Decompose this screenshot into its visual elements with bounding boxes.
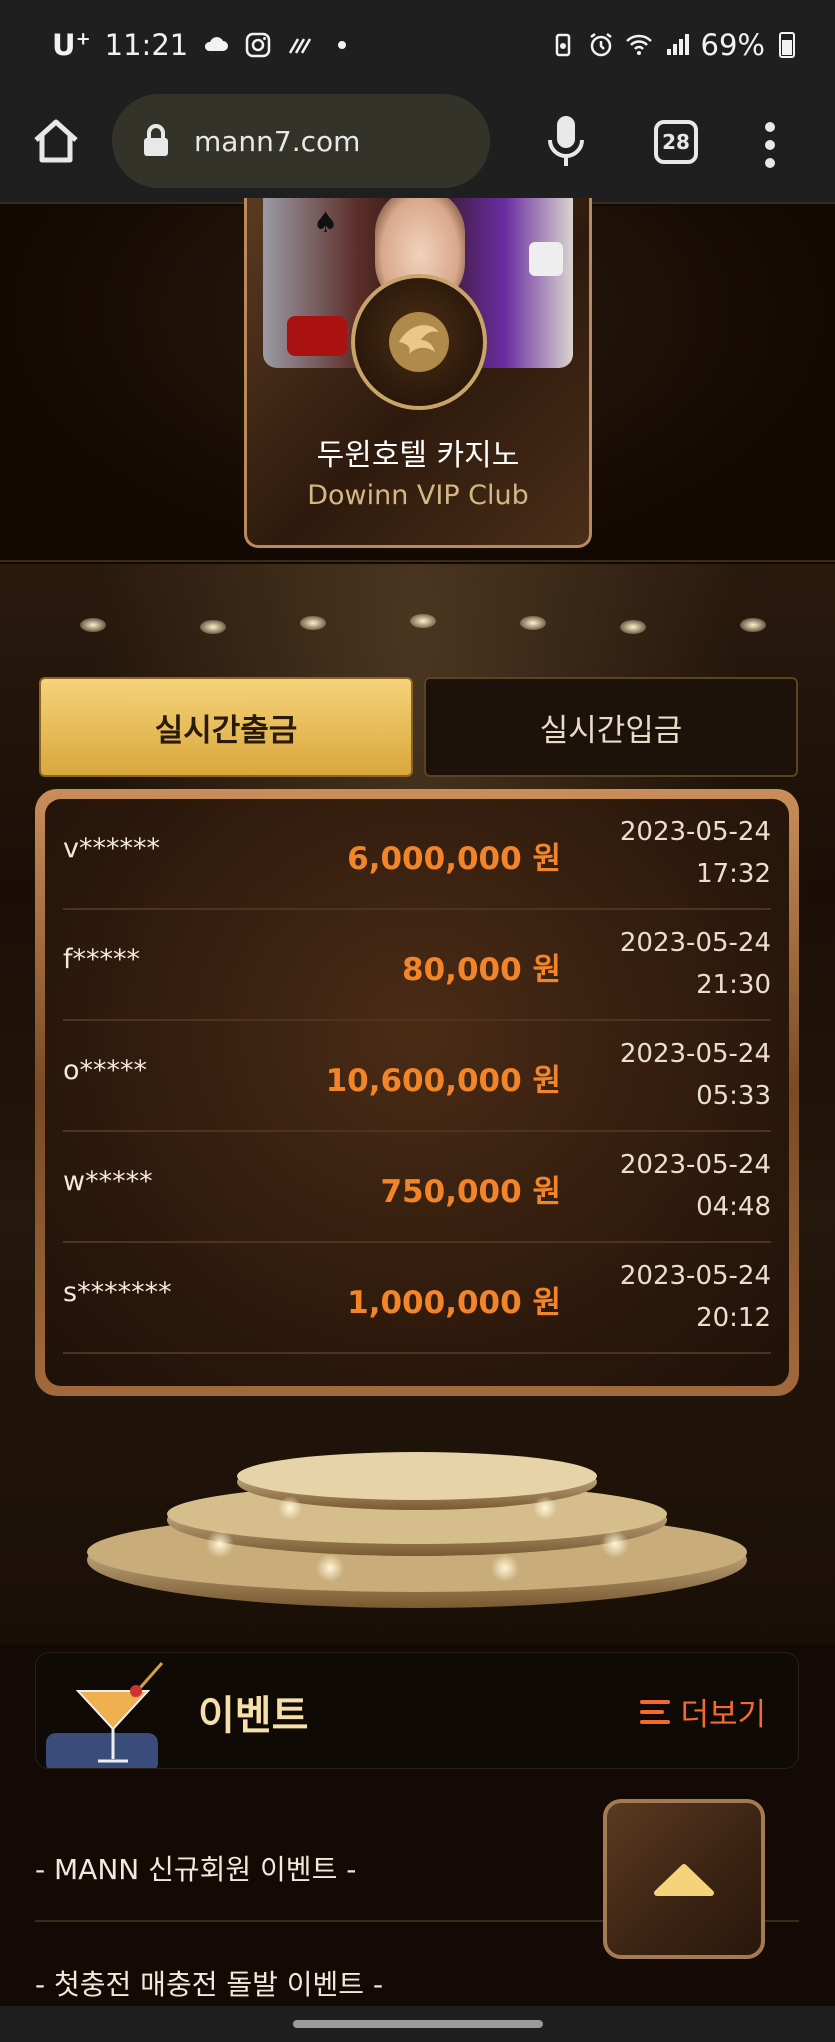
podium-illustration — [87, 1452, 747, 1608]
battery-percent: 69% — [700, 28, 765, 62]
more-menu-icon[interactable] — [760, 120, 780, 170]
home-gesture-handle[interactable] — [293, 2020, 543, 2028]
transaction-date: 2023-05-24 — [619, 1150, 771, 1180]
ceiling-light — [200, 620, 226, 634]
more-button[interactable]: 더보기 — [640, 1689, 766, 1734]
transaction-amount: 1,000,000 원 — [347, 1285, 561, 1321]
event-title: 이벤트 — [198, 1693, 309, 1739]
transaction-datetime: 2023-05-24 21:30 — [620, 922, 771, 1006]
alarm-icon — [589, 33, 612, 57]
wifi-icon — [625, 34, 652, 55]
ceiling-light — [740, 618, 766, 632]
lock-icon — [144, 124, 168, 156]
tab-realtime-withdrawal[interactable]: 실시간출금 — [39, 677, 413, 777]
instagram-icon — [245, 32, 271, 58]
transaction-time: 17:32 — [696, 859, 771, 889]
ceiling-light — [410, 614, 436, 628]
page: U+ 11:21 69% mann7.com 28 ♠ 두윈호텔 카지노 Dow… — [0, 0, 835, 2042]
transaction-row: o***** 10,600,000 원 2023-05-24 05:33 — [63, 1021, 771, 1132]
transaction-user: v****** — [63, 833, 160, 864]
transaction-user: w***** — [63, 1166, 153, 1197]
address-bar[interactable]: mann7.com — [112, 94, 490, 188]
transaction-date: 2023-05-24 — [619, 817, 771, 847]
transaction-date: 2023-05-24 — [619, 1039, 771, 1069]
transaction-row: s******* 1,000,000 원 2023-05-24 20:12 — [63, 1243, 771, 1354]
clock: 11:21 — [104, 28, 189, 62]
carrier-label: U+ — [52, 28, 91, 62]
transaction-row: f***** 80,000 원 2023-05-24 21:30 — [63, 910, 771, 1021]
ceiling-light — [80, 618, 106, 632]
browser-toolbar: mann7.com 28 — [0, 90, 835, 204]
hamburger-icon — [640, 1699, 671, 1724]
event-header: 이벤트 더보기 — [35, 1652, 799, 1769]
casino-title: 두윈호텔 카지노 — [316, 438, 520, 473]
transaction-time: 20:12 — [696, 1303, 771, 1333]
transaction-amount: 750,000 원 — [380, 1174, 561, 1210]
transaction-row: w***** 750,000 원 2023-05-24 04:48 — [63, 1132, 771, 1243]
transaction-user: o***** — [63, 1055, 148, 1086]
tab-realtime-deposit[interactable]: 실시간입금 — [424, 677, 798, 777]
casino-card[interactable]: ♠ 두윈호텔 카지노 Dowinn VIP Club — [244, 198, 592, 548]
transaction-datetime: 2023-05-24 17:32 — [620, 811, 771, 895]
more-label: 더보기 — [680, 1697, 766, 1733]
transaction-user: s******* — [63, 1277, 172, 1308]
dice-image — [529, 242, 563, 276]
microphone-icon[interactable] — [546, 114, 586, 170]
transaction-panel: v****** 6,000,000 원 2023-05-24 17:32 f***… — [35, 789, 799, 1396]
url-text: mann7.com — [194, 124, 361, 158]
gesture-navigation-bar — [0, 2006, 835, 2042]
cocktail-icon — [46, 1662, 164, 1768]
featured-section: ♠ 두윈호텔 카지노 Dowinn VIP Club — [0, 198, 835, 562]
ceiling-light — [520, 616, 546, 630]
transaction-list: v****** 6,000,000 원 2023-05-24 17:32 f***… — [45, 799, 789, 1386]
transaction-datetime: 2023-05-24 20:12 — [620, 1255, 771, 1339]
spade-icon: ♠ — [313, 206, 339, 239]
signal-icon — [666, 34, 689, 55]
transaction-datetime: 2023-05-24 05:33 — [620, 1033, 771, 1117]
cloud-icon — [205, 37, 229, 51]
transaction-date: 2023-05-24 — [619, 928, 771, 958]
battery-icon — [779, 32, 795, 58]
casino-subtitle: Dowinn VIP Club — [307, 480, 529, 511]
transaction-datetime: 2023-05-24 04:48 — [620, 1144, 771, 1228]
transaction-time: 04:48 — [696, 1192, 771, 1222]
home-icon[interactable] — [30, 116, 82, 168]
tab-switcher-button[interactable]: 28 — [654, 120, 698, 164]
scroll-to-top-button[interactable] — [603, 1799, 765, 1959]
notification-icon — [289, 38, 312, 54]
status-bar: U+ 11:21 69% — [0, 0, 835, 90]
event-list-item[interactable]: - 첫충전 매충전 돌발 이벤트 - — [35, 1963, 799, 2003]
phoenix-emblem-icon — [351, 274, 487, 410]
dot-icon — [338, 41, 347, 49]
transaction-time: 05:33 — [696, 1081, 771, 1111]
chips-image — [287, 316, 347, 356]
battery-saver-icon — [555, 33, 570, 57]
ceiling-light — [300, 616, 326, 630]
transaction-time: 21:30 — [696, 970, 771, 1000]
transaction-row: v****** 6,000,000 원 2023-05-24 17:32 — [63, 799, 771, 910]
carrier-name: U — [52, 28, 76, 62]
carrier-sup: + — [75, 28, 91, 50]
ceiling-light — [620, 620, 646, 634]
transaction-date: 2023-05-24 — [619, 1261, 771, 1291]
transaction-amount: 10,600,000 원 — [325, 1063, 561, 1099]
transaction-amount: 6,000,000 원 — [347, 841, 561, 877]
arrow-up-icon — [654, 1864, 714, 1896]
transaction-user: f***** — [63, 944, 141, 975]
transaction-amount: 80,000 원 — [402, 952, 561, 988]
